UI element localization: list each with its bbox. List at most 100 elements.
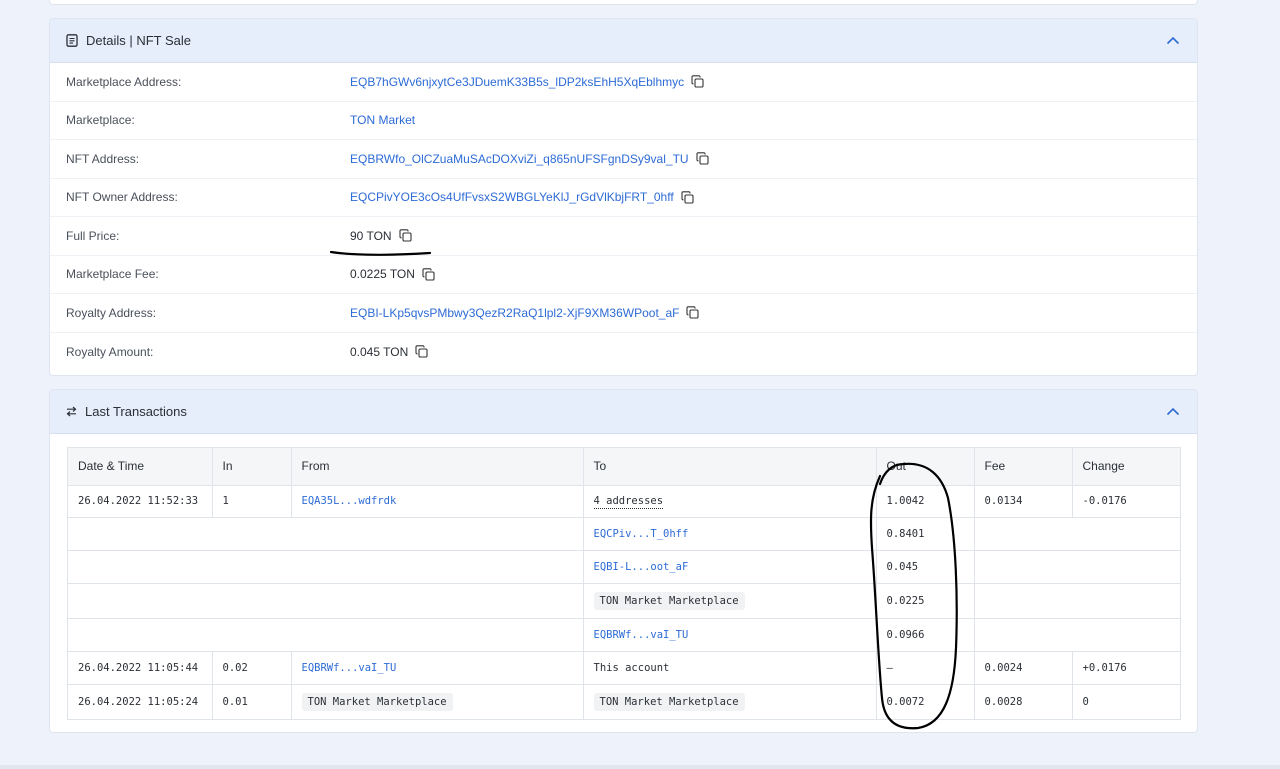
nft-address-link[interactable]: EQBRWfo_OlCZuaMuSAcDOXviZi_q865nUFSFgnDS… xyxy=(350,152,709,166)
page-footer-divider xyxy=(0,765,1280,769)
marketplace-tag[interactable]: TON Market Marketplace xyxy=(593,591,745,610)
label-marketplace-address: Marketplace Address: xyxy=(66,74,182,89)
nft-owner-address-link[interactable]: EQCPivYOE3cOs4UfFvsxS2WBGLYeKlJ_rGdVlKbj… xyxy=(350,190,694,204)
cell-date: 26.04.2022 11:52:33 xyxy=(68,485,213,518)
col-in: In xyxy=(212,448,292,486)
col-out: Out xyxy=(876,448,975,486)
marketplace-fee-value: 0.0225 TON xyxy=(350,267,435,281)
chevron-up-icon[interactable] xyxy=(1165,404,1181,420)
cell-empty xyxy=(974,550,1180,584)
cell-empty xyxy=(68,517,584,551)
cell-out: 0.8401 xyxy=(876,517,975,551)
cell-change: +0.0176 xyxy=(1072,651,1180,685)
cell-empty xyxy=(974,583,1180,619)
cell-in: 1 xyxy=(212,485,292,518)
cell-out: 0.045 xyxy=(876,550,975,584)
marketplace-address-text[interactable]: EQB7hGWv6njxytCe3JDuemK33B5s_lDP2ksEhH5X… xyxy=(350,75,684,89)
cell-from-link[interactable]: EQA35L...wdfrdk xyxy=(291,485,584,518)
label-marketplace-fee: Marketplace Fee: xyxy=(66,267,159,282)
cell-to: TON Market Marketplace xyxy=(583,684,877,719)
nft-owner-address-text[interactable]: EQCPivYOE3cOs4UfFvsxS2WBGLYeKlJ_rGdVlKbj… xyxy=(350,190,674,204)
row-full-price: Full Price: 90 TON xyxy=(50,217,1197,256)
cell-in: 0.02 xyxy=(212,651,292,685)
transactions-table: Date & Time In From To Out Fee Change 26… xyxy=(67,447,1181,720)
marketplace-address-link[interactable]: EQB7hGWv6njxytCe3JDuemK33B5s_lDP2ksEhH5X… xyxy=(350,75,704,89)
details-header[interactable]: Details | NFT Sale xyxy=(50,19,1197,63)
marketplace-tag[interactable]: TON Market Marketplace xyxy=(301,692,453,711)
row-marketplace-fee: Marketplace Fee: 0.0225 TON xyxy=(50,256,1197,294)
cell-change: 0 xyxy=(1082,695,1089,708)
royalty-amount-text: 0.045 TON xyxy=(350,344,409,359)
cell-from: TON Market Marketplace xyxy=(291,684,584,719)
copy-icon[interactable] xyxy=(691,75,704,88)
royalty-address-link[interactable]: EQBI-LKp5qvsPMbwy3QezR2RaQ1lpl2-XjF9XM36… xyxy=(350,306,700,320)
full-price-value: 90 TON xyxy=(350,229,412,243)
copy-icon[interactable] xyxy=(686,306,700,319)
label-royalty-address: Royalty Address: xyxy=(66,305,157,320)
col-from: From xyxy=(291,448,584,486)
row-marketplace: Marketplace: TON Market xyxy=(50,102,1197,140)
addresses-toggle[interactable]: 4 addresses xyxy=(593,495,664,509)
row-royalty-address: Royalty Address: EQBI-LKp5qvsPMbwy3QezR2… xyxy=(50,294,1197,333)
cell-to: 4 addresses xyxy=(583,485,877,518)
transactions-title: Last Transactions xyxy=(85,404,187,419)
cell-to-link[interactable]: EQBI-L...oot_aF xyxy=(583,550,877,584)
cell-fee: 0.0134 xyxy=(974,485,1073,518)
row-royalty-amount: Royalty Amount: 0.045 TON xyxy=(50,333,1197,372)
row-nft-address: NFT Address: EQBRWfo_OlCZuaMuSAcDOXviZi_… xyxy=(50,140,1197,179)
col-to: To xyxy=(583,448,877,486)
cell-change: -0.0176 xyxy=(1072,485,1180,518)
cell-from-link[interactable]: EQBRWf...vaI_TU xyxy=(291,651,584,685)
details-card: Details | NFT Sale Marketplace Address: … xyxy=(49,18,1198,376)
cell-date: 26.04.2022 11:05:24 xyxy=(68,684,213,719)
full-price-text: 90 TON xyxy=(350,228,392,243)
table-row: 26.04.2022 11:05:44 0.02 EQBRWf...vaI_TU… xyxy=(68,651,1180,685)
table-header-row: Date & Time In From To Out Fee Change xyxy=(68,448,1180,486)
details-title: Details | NFT Sale xyxy=(86,33,192,48)
royalty-address-text[interactable]: EQBI-LKp5qvsPMbwy3QezR2RaQ1lpl2-XjF9XM36… xyxy=(350,306,679,320)
cell-fee: 0.0028 xyxy=(974,684,1073,719)
table-subrow: EQCPiv...T_0hff 0.8401 xyxy=(68,517,1180,551)
row-nft-owner-address: NFT Owner Address: EQCPivYOE3cOs4UfFvsxS… xyxy=(50,179,1197,217)
document-icon xyxy=(66,34,78,47)
label-nft-owner-address: NFT Owner Address: xyxy=(66,190,178,205)
col-date-time: Date & Time xyxy=(68,448,213,486)
nft-address-text[interactable]: EQBRWfo_OlCZuaMuSAcDOXviZi_q865nUFSFgnDS… xyxy=(350,152,689,166)
copy-icon[interactable] xyxy=(696,152,709,165)
copy-icon[interactable] xyxy=(415,345,428,358)
table-subrow: TON Market Marketplace 0.0225 xyxy=(68,583,1180,619)
row-marketplace-address: Marketplace Address: EQB7hGWv6njxytCe3JD… xyxy=(50,63,1197,102)
col-fee: Fee xyxy=(974,448,1073,486)
transactions-header[interactable]: Last Transactions xyxy=(50,390,1197,434)
copy-icon[interactable] xyxy=(422,268,435,281)
cell-fee: 0.0024 xyxy=(974,651,1073,685)
label-full-price: Full Price: xyxy=(66,228,120,243)
cell-to-link[interactable]: EQCPiv...T_0hff xyxy=(583,517,877,551)
cell-out: – xyxy=(876,651,975,685)
details-list: Marketplace Address: EQB7hGWv6njxytCe3JD… xyxy=(50,63,1197,371)
marketplace-link[interactable]: TON Market xyxy=(350,113,415,127)
table-row: 26.04.2022 11:05:24 0.01 TON Market Mark… xyxy=(68,684,1180,719)
cell-out: 0.0966 xyxy=(876,618,975,652)
chevron-up-icon[interactable] xyxy=(1165,33,1181,49)
label-marketplace: Marketplace: xyxy=(66,113,135,128)
cell-empty xyxy=(974,618,1180,652)
cell-empty xyxy=(68,618,584,652)
cell-in: 0.01 xyxy=(212,684,292,719)
table-row: 26.04.2022 11:52:33 1 EQA35L...wdfrdk 4 … xyxy=(68,485,1180,518)
cell-empty xyxy=(68,583,584,619)
marketplace-tag[interactable]: TON Market Marketplace xyxy=(593,692,745,711)
marketplace-fee-text: 0.0225 TON xyxy=(350,267,415,282)
cell-out: 1.0042 xyxy=(876,485,975,518)
swap-arrows-icon xyxy=(66,406,77,417)
col-change: Change xyxy=(1072,448,1180,486)
table-subrow: EQBRWf...vaI_TU 0.0966 xyxy=(68,618,1180,652)
cell-empty xyxy=(974,517,1180,551)
copy-icon[interactable] xyxy=(399,229,412,242)
table-subrow: EQBI-L...oot_aF 0.045 xyxy=(68,550,1180,584)
cell-out: 0.0225 xyxy=(876,583,975,619)
royalty-amount-value: 0.045 TON xyxy=(350,345,428,359)
copy-icon[interactable] xyxy=(681,191,694,204)
cell-to-link[interactable]: EQBRWf...vaI_TU xyxy=(583,618,877,652)
cell-to: This account xyxy=(583,651,877,685)
